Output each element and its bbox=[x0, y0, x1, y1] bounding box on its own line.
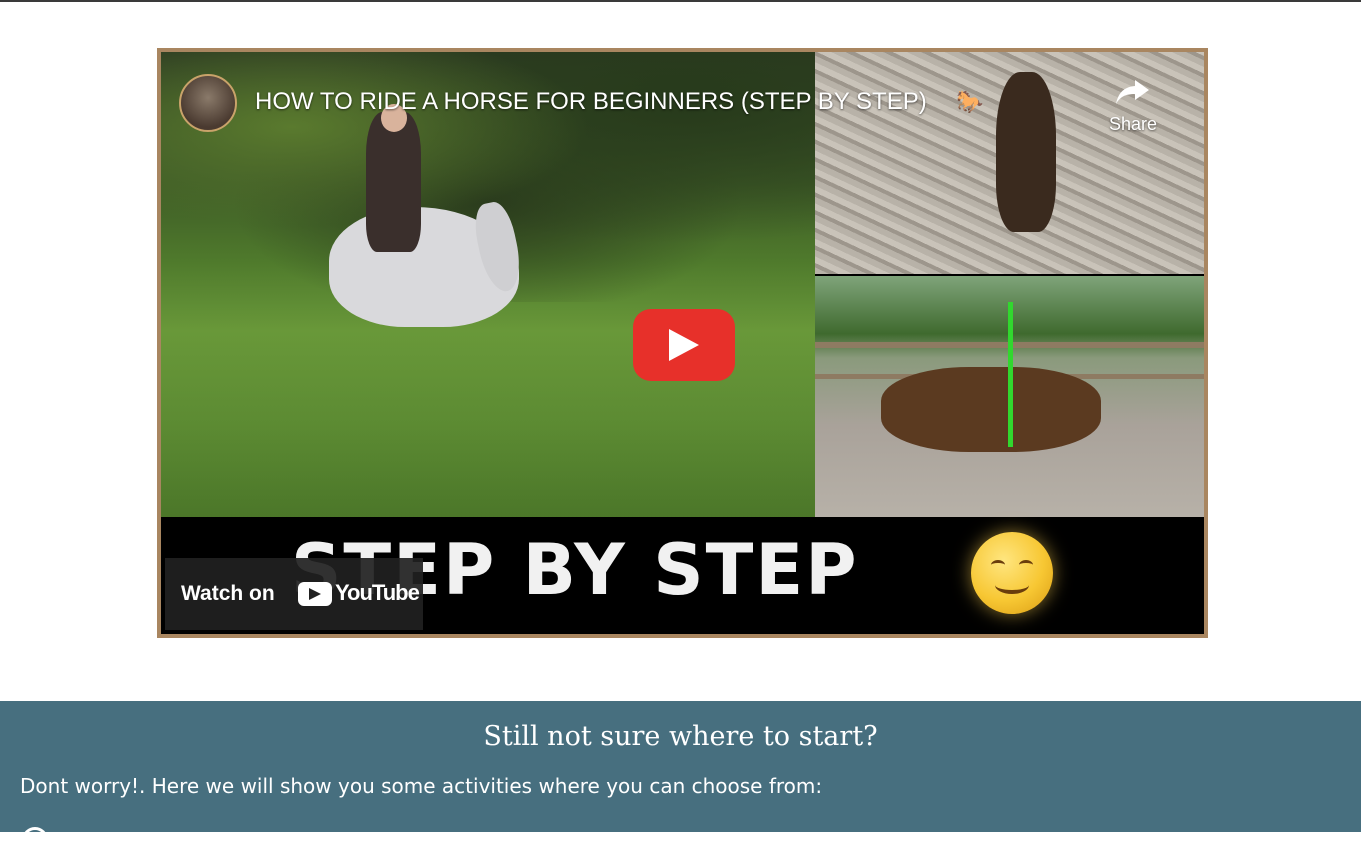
watch-on-label: Watch on bbox=[181, 582, 275, 605]
thumbnail-brown-horse bbox=[881, 367, 1101, 452]
play-icon bbox=[669, 329, 699, 361]
info-section: Still not sure where to start? Dont worr… bbox=[0, 701, 1361, 853]
youtube-logo-icon bbox=[298, 582, 332, 606]
channel-avatar[interactable] bbox=[179, 74, 237, 132]
horse-emoji-icon: 🐎 bbox=[956, 89, 984, 114]
play-button[interactable] bbox=[633, 309, 735, 381]
top-divider bbox=[0, 0, 1361, 2]
thumbnail-rider bbox=[366, 112, 421, 252]
embedded-video[interactable]: STEP BY STEP HOW TO RIDE A HORSE FOR BEG… bbox=[157, 48, 1208, 638]
list-bullet-icon bbox=[22, 827, 48, 853]
section-heading: Still not sure where to start? bbox=[483, 721, 878, 752]
share-button[interactable]: Share bbox=[1101, 76, 1165, 146]
thumbnail-horse-neck bbox=[996, 72, 1056, 232]
share-label: Share bbox=[1108, 114, 1158, 134]
share-arrow-icon bbox=[1116, 80, 1149, 104]
thumbnail-green-arrow bbox=[1008, 302, 1013, 447]
watch-on-youtube-button[interactable]: Watch on YouTube bbox=[165, 558, 423, 630]
section-intro-text: Dont worry!. Here we will show you some … bbox=[20, 774, 823, 798]
emoji-mouth bbox=[995, 576, 1029, 594]
video-thumbnail-left-scene bbox=[161, 52, 815, 517]
youtube-wordmark: YouTube bbox=[335, 580, 420, 605]
smiling-emoji-icon bbox=[971, 532, 1053, 614]
video-title[interactable]: HOW TO RIDE A HORSE FOR BEGINNERS (STEP … bbox=[255, 87, 975, 117]
